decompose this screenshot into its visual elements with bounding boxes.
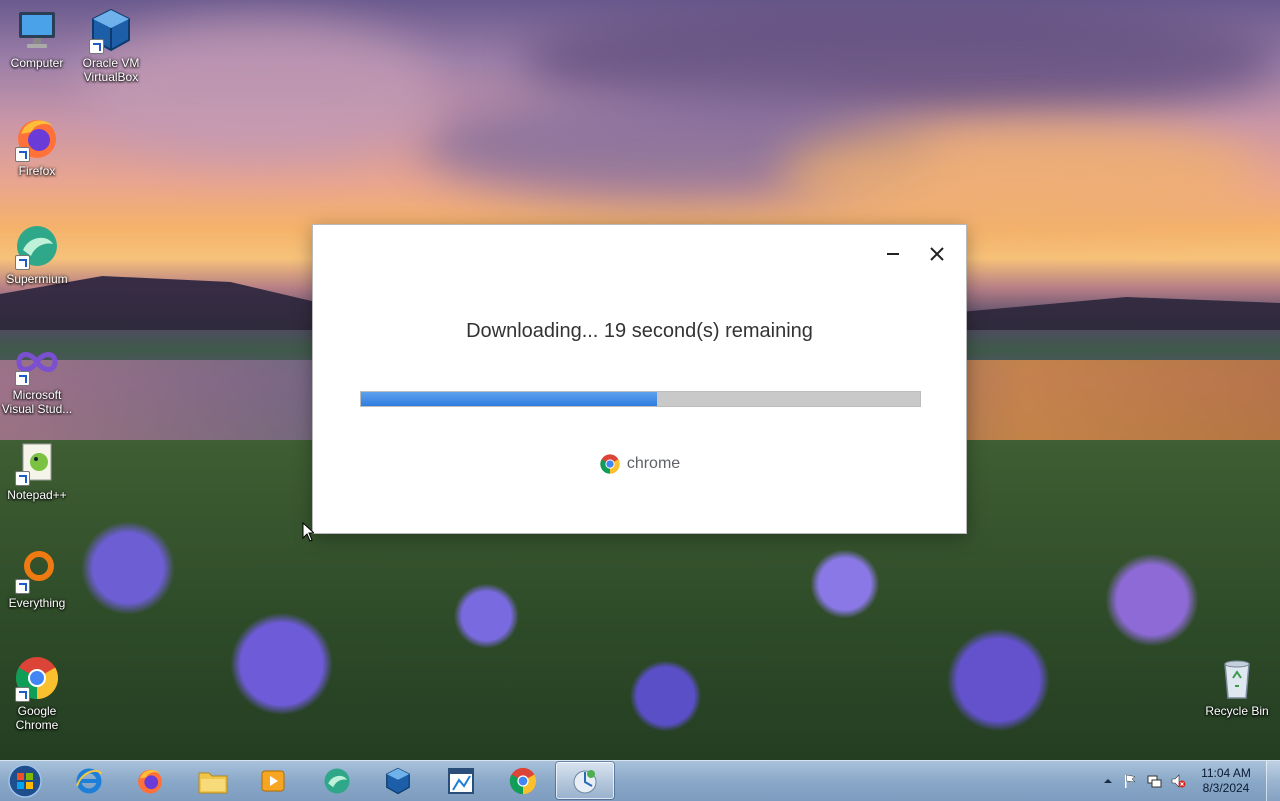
- internet-explorer-icon: [76, 768, 102, 793]
- taskbar-supermium[interactable]: [308, 762, 366, 799]
- taskbar-firefox[interactable]: [121, 762, 179, 799]
- computer-icon: [13, 6, 61, 54]
- chrome-icon: [509, 767, 537, 794]
- show-hidden-icons-icon[interactable]: [1100, 773, 1116, 789]
- desktop-icon-supermium[interactable]: Supermium: [0, 222, 74, 286]
- desktop-icon-label: Oracle VM VirtualBox: [82, 56, 140, 84]
- action-center-flag-icon[interactable]: [1122, 773, 1138, 789]
- desktop-icon-label: Firefox: [18, 164, 56, 178]
- taskbar-virtualbox[interactable]: [369, 762, 427, 799]
- clock-time: 11:04 AM: [1201, 766, 1251, 780]
- network-icon[interactable]: [1146, 773, 1162, 789]
- desktop-background: Computer Oracle VM VirtualBox Firefox Su…: [0, 0, 1280, 760]
- taskbar-file-explorer[interactable]: [184, 762, 242, 799]
- close-icon: [930, 247, 944, 261]
- chrome-logo-icon: [600, 454, 620, 474]
- shortcut-arrow-icon: [89, 39, 104, 54]
- windows-start-icon: [8, 764, 42, 798]
- shortcut-arrow-icon: [15, 687, 30, 702]
- desktop-icon-label: Microsoft Visual Stud...: [1, 388, 73, 416]
- desktop-icon-label: Google Chrome: [15, 704, 59, 732]
- desktop-icon-label: Computer: [10, 56, 64, 70]
- taskbar-chrome-installer[interactable]: [556, 762, 614, 799]
- recycle-bin-icon: [1213, 654, 1261, 702]
- download-status-text: Downloading... 19 second(s) remaining: [466, 320, 813, 342]
- window-app-icon: [448, 767, 474, 794]
- desktop-icon-label: Notepad++: [7, 488, 67, 502]
- taskbar-internet-explorer[interactable]: [60, 762, 118, 799]
- desktop-icon-label: Supermium: [6, 272, 68, 286]
- taskbar-media-player[interactable]: [244, 762, 302, 799]
- download-progress-fill: [361, 392, 658, 406]
- taskbar-clock[interactable]: 11:04 AM 8/3/2024: [1196, 766, 1256, 796]
- media-player-icon: [261, 770, 285, 791]
- desktop-icon-label: Everything: [8, 596, 66, 610]
- desktop-icon-google-chrome[interactable]: Google Chrome: [0, 654, 74, 732]
- show-desktop-button[interactable]: [1266, 761, 1280, 801]
- virtualbox-icon: [386, 767, 410, 794]
- desktop-icon-computer[interactable]: Computer: [0, 6, 74, 70]
- desktop-icon-visual-studio[interactable]: Microsoft Visual Stud...: [0, 338, 74, 416]
- firefox-icon: [13, 114, 61, 162]
- shortcut-arrow-icon: [15, 255, 30, 270]
- chrome-icon: [13, 654, 61, 702]
- minimize-button[interactable]: [880, 241, 906, 267]
- volume-muted-icon[interactable]: [1170, 773, 1186, 789]
- mouse-cursor-icon: [302, 521, 316, 547]
- supermium-icon: [324, 768, 350, 793]
- desktop-icon-recycle-bin[interactable]: Recycle Bin: [1200, 654, 1274, 718]
- download-progress-bar: [360, 391, 921, 407]
- shortcut-arrow-icon: [15, 371, 30, 386]
- shortcut-arrow-icon: [15, 147, 30, 162]
- firefox-icon: [138, 769, 162, 793]
- shortcut-arrow-icon: [15, 471, 30, 486]
- chrome-installer-dialog: Downloading... 19 second(s) remaining ch…: [313, 225, 966, 533]
- taskbar-task-window[interactable]: [432, 762, 490, 799]
- taskbar-chrome[interactable]: [494, 762, 552, 799]
- desktop-icon-label: Recycle Bin: [1205, 704, 1269, 718]
- desktop-icon-notepad-plus-plus[interactable]: Notepad++: [0, 438, 74, 502]
- start-button[interactable]: [6, 763, 44, 799]
- brand-label: chrome: [626, 455, 681, 472]
- minimize-icon: [887, 253, 899, 255]
- virtualbox-icon: [87, 6, 135, 54]
- installer-icon: [573, 769, 597, 793]
- close-button[interactable]: [924, 241, 950, 267]
- folder-icon: [198, 772, 228, 793]
- desktop-icon-everything[interactable]: Everything: [0, 546, 74, 610]
- supermium-icon: [13, 222, 61, 270]
- desktop-icon-firefox[interactable]: Firefox: [0, 114, 74, 178]
- chrome-brand: chrome: [313, 453, 966, 475]
- desktop-icon-virtualbox[interactable]: Oracle VM VirtualBox: [74, 6, 148, 84]
- cloud: [780, 120, 1260, 230]
- visual-studio-icon: [13, 338, 61, 386]
- everything-icon: [13, 546, 61, 594]
- clock-date: 8/3/2024: [1202, 781, 1250, 795]
- taskbar: 11:04 AM 8/3/2024: [0, 760, 1280, 801]
- notepad-plus-plus-icon: [13, 438, 61, 486]
- shortcut-arrow-icon: [15, 579, 30, 594]
